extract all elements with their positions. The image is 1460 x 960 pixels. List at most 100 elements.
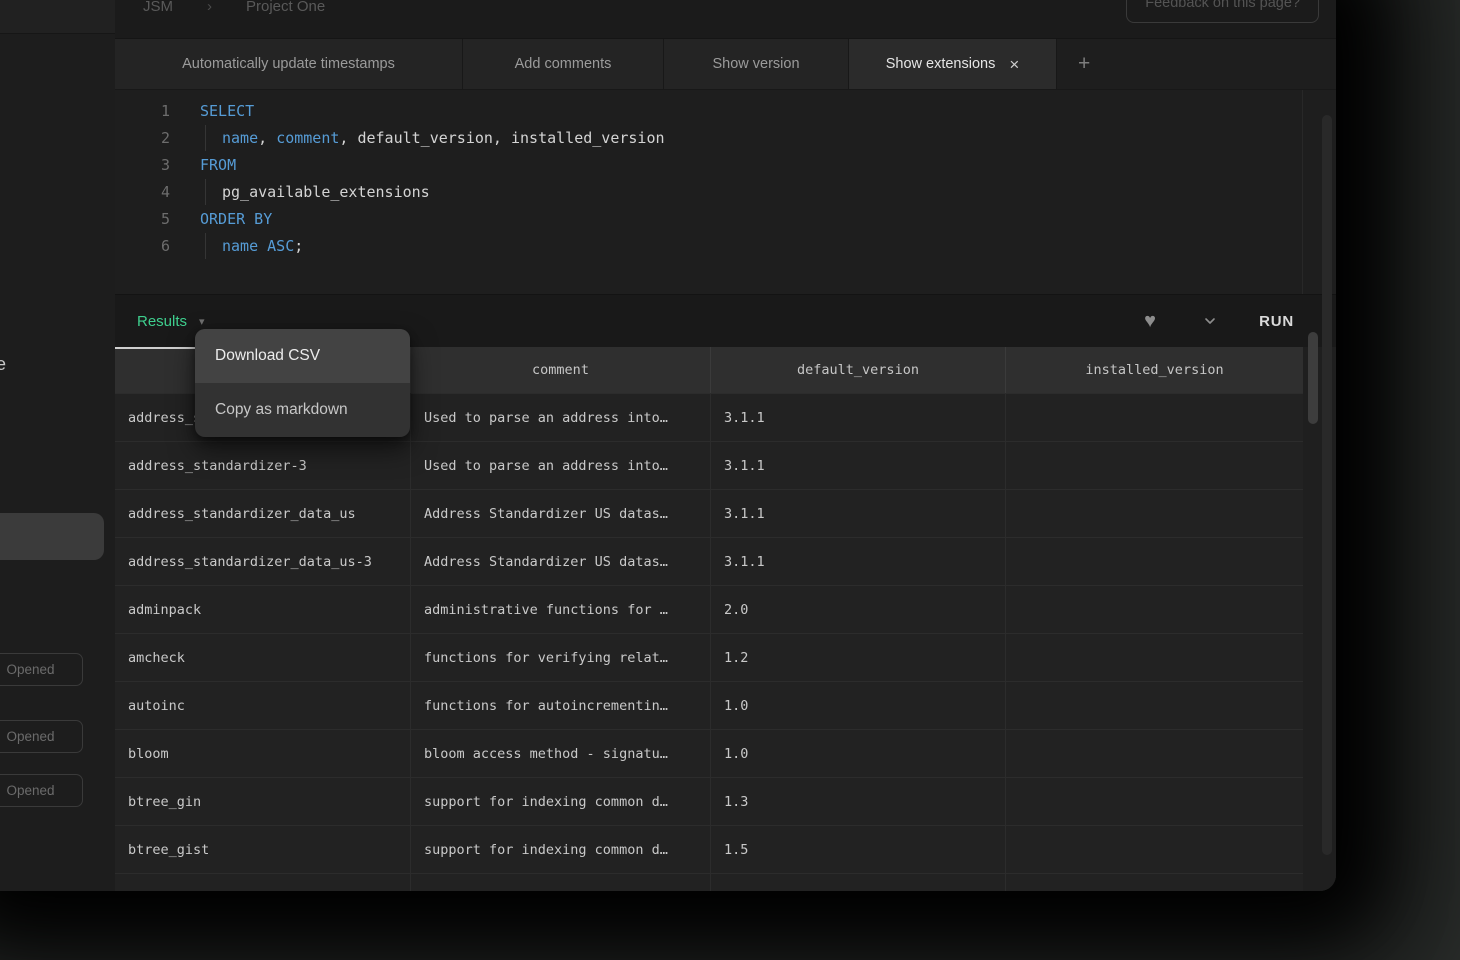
code-line: 3 FROM xyxy=(115,151,1336,178)
breadcrumb-org[interactable]: JSM xyxy=(143,0,173,15)
cell-comment[interactable]: support for indexing common d… xyxy=(410,826,710,873)
line-number: 1 xyxy=(115,102,170,120)
table-row[interactable]: amcheckfunctions for verifying relat…1.2 xyxy=(115,633,1303,681)
cell-comment[interactable]: Address Standardizer US datas… xyxy=(410,490,710,537)
table-row[interactable]: bloombloom access method - signatu…1.0 xyxy=(115,729,1303,777)
cell-installed-version[interactable] xyxy=(1005,682,1303,729)
cell-default-version[interactable]: 3.1.1 xyxy=(710,394,1005,441)
cell-installed-version[interactable] xyxy=(1005,634,1303,681)
cell-comment[interactable]: bloom access method - signatu… xyxy=(410,730,710,777)
cell-comment[interactable]: Used to parse an address into… xyxy=(410,394,710,441)
menu-item-copy-as-markdown[interactable]: Copy as markdown xyxy=(195,383,410,437)
tab-show-version[interactable]: Show version xyxy=(664,39,849,89)
cell-name[interactable]: btree_gist xyxy=(115,826,410,873)
close-tab-icon[interactable]: × xyxy=(1009,56,1019,73)
table-row[interactable]: btree_ginsupport for indexing common d…1… xyxy=(115,777,1303,825)
cell-default-version[interactable]: 1.6 xyxy=(710,874,1005,891)
line-number: 6 xyxy=(115,237,170,255)
table-row[interactable]: adminpackadministrative functions for …2… xyxy=(115,585,1303,633)
cell-name[interactable]: citext xyxy=(115,874,410,891)
tab-add-comments[interactable]: Add comments xyxy=(463,39,664,89)
cell-installed-version[interactable] xyxy=(1005,778,1303,825)
cell-comment[interactable]: functions for verifying relat… xyxy=(410,634,710,681)
left-sidebar-header xyxy=(0,0,115,34)
cell-installed-version[interactable] xyxy=(1005,586,1303,633)
tab-label: Show version xyxy=(712,56,799,72)
sql-code-editor[interactable]: 1SELECT2name, comment, default_version, … xyxy=(115,90,1336,294)
run-button[interactable]: RUN xyxy=(1245,295,1308,347)
top-bar: JSM › Project One Feedback on this page? xyxy=(115,0,1336,39)
cell-comment[interactable]: Address Standardizer US datas… xyxy=(410,538,710,585)
column-context-menu: Download CSV Copy as markdown xyxy=(195,329,410,437)
tab-label: Automatically update timestamps xyxy=(182,56,395,72)
column-header-installed-version[interactable]: installed_version xyxy=(1005,347,1303,393)
feedback-button[interactable]: Feedback on this page? xyxy=(1126,0,1319,23)
cell-comment[interactable]: support for indexing common d… xyxy=(410,778,710,825)
results-scrollbar-thumb[interactable] xyxy=(1308,332,1318,424)
cell-installed-version[interactable] xyxy=(1005,730,1303,777)
cell-default-version[interactable]: 3.1.1 xyxy=(710,490,1005,537)
menu-item-download-csv[interactable]: Download CSV xyxy=(195,329,410,383)
table-row[interactable]: btree_gistsupport for indexing common d…… xyxy=(115,825,1303,873)
cell-name[interactable]: btree_gin xyxy=(115,778,410,825)
opened-badge: Opened xyxy=(0,720,83,753)
column-header-comment[interactable]: comment xyxy=(410,347,710,393)
cell-name[interactable]: amcheck xyxy=(115,634,410,681)
cell-default-version[interactable]: 3.1.1 xyxy=(710,442,1005,489)
code-token: name xyxy=(222,129,258,147)
cell-default-version[interactable]: 1.3 xyxy=(710,778,1005,825)
code-line: 6 name ASC; xyxy=(115,232,1336,259)
code-token: , default_version, installed_version xyxy=(339,129,664,147)
cell-default-version[interactable]: 1.0 xyxy=(710,682,1005,729)
cell-installed-version[interactable] xyxy=(1005,490,1303,537)
code-line: 4pg_available_extensions xyxy=(115,178,1336,205)
cell-installed-version[interactable] xyxy=(1005,538,1303,585)
cell-default-version[interactable]: 1.2 xyxy=(710,634,1005,681)
cell-comment[interactable]: Used to parse an address into… xyxy=(410,442,710,489)
tab-label: Show extensions xyxy=(886,56,996,72)
line-number: 3 xyxy=(115,156,170,174)
cell-default-version[interactable]: 2.0 xyxy=(710,586,1005,633)
opened-badge: Opened xyxy=(0,653,83,686)
code-token: name xyxy=(222,237,258,255)
column-header-default-version[interactable]: default_version xyxy=(710,347,1005,393)
cell-name[interactable]: address_standardizer_data_us xyxy=(115,490,410,537)
cell-comment[interactable]: data type for case-insensitiv… xyxy=(410,874,710,891)
app-window: e OpenedOpenedOpened JSM › Project One F… xyxy=(0,0,1336,891)
panel-scrollbar-thumb[interactable] xyxy=(1322,115,1332,855)
cell-name[interactable]: autoinc xyxy=(115,682,410,729)
table-row[interactable]: autoincfunctions for autoincrementin…1.0 xyxy=(115,681,1303,729)
code-text: name ASC; xyxy=(200,232,303,259)
editor-scroll-divider xyxy=(1302,90,1303,294)
sidebar-item-highlight[interactable] xyxy=(0,513,104,560)
breadcrumb-project[interactable]: Project One xyxy=(246,0,325,15)
cell-default-version[interactable]: 1.5 xyxy=(710,826,1005,873)
cell-installed-version[interactable] xyxy=(1005,874,1303,891)
cell-name[interactable]: address_standardizer-3 xyxy=(115,442,410,489)
cell-default-version[interactable]: 3.1.1 xyxy=(710,538,1005,585)
tab-show-extensions[interactable]: Show extensions × xyxy=(849,39,1057,89)
code-text: FROM xyxy=(200,151,236,178)
cell-name[interactable]: address_standardizer_data_us-3 xyxy=(115,538,410,585)
new-tab-button[interactable]: + xyxy=(1078,52,1090,76)
cell-comment[interactable]: functions for autoincrementin… xyxy=(410,682,710,729)
favorite-heart-button[interactable]: ♥ xyxy=(1144,295,1156,347)
cell-installed-version[interactable] xyxy=(1005,442,1303,489)
cell-name[interactable]: adminpack xyxy=(115,586,410,633)
cell-default-version[interactable]: 1.0 xyxy=(710,730,1005,777)
tab-automatically-update-timestamps[interactable]: Automatically update timestamps xyxy=(115,39,463,89)
code-token: comment xyxy=(276,129,339,147)
cell-installed-version[interactable] xyxy=(1005,826,1303,873)
code-text: pg_available_extensions xyxy=(200,178,430,205)
table-row[interactable]: address_standardizer-3Used to parse an a… xyxy=(115,441,1303,489)
chevron-down-button[interactable] xyxy=(1202,295,1218,347)
cell-installed-version[interactable] xyxy=(1005,394,1303,441)
table-row[interactable]: citextdata type for case-insensitiv…1.6 xyxy=(115,873,1303,891)
table-row[interactable]: address_standardizer_data_us-3Address St… xyxy=(115,537,1303,585)
left-sidebar-sliver: e OpenedOpenedOpened xyxy=(0,0,115,891)
cell-name[interactable]: bloom xyxy=(115,730,410,777)
cell-comment[interactable]: administrative functions for … xyxy=(410,586,710,633)
results-dropdown[interactable]: Results xyxy=(137,313,187,330)
tab-label: Add comments xyxy=(515,56,612,72)
table-row[interactable]: address_standardizer_data_usAddress Stan… xyxy=(115,489,1303,537)
